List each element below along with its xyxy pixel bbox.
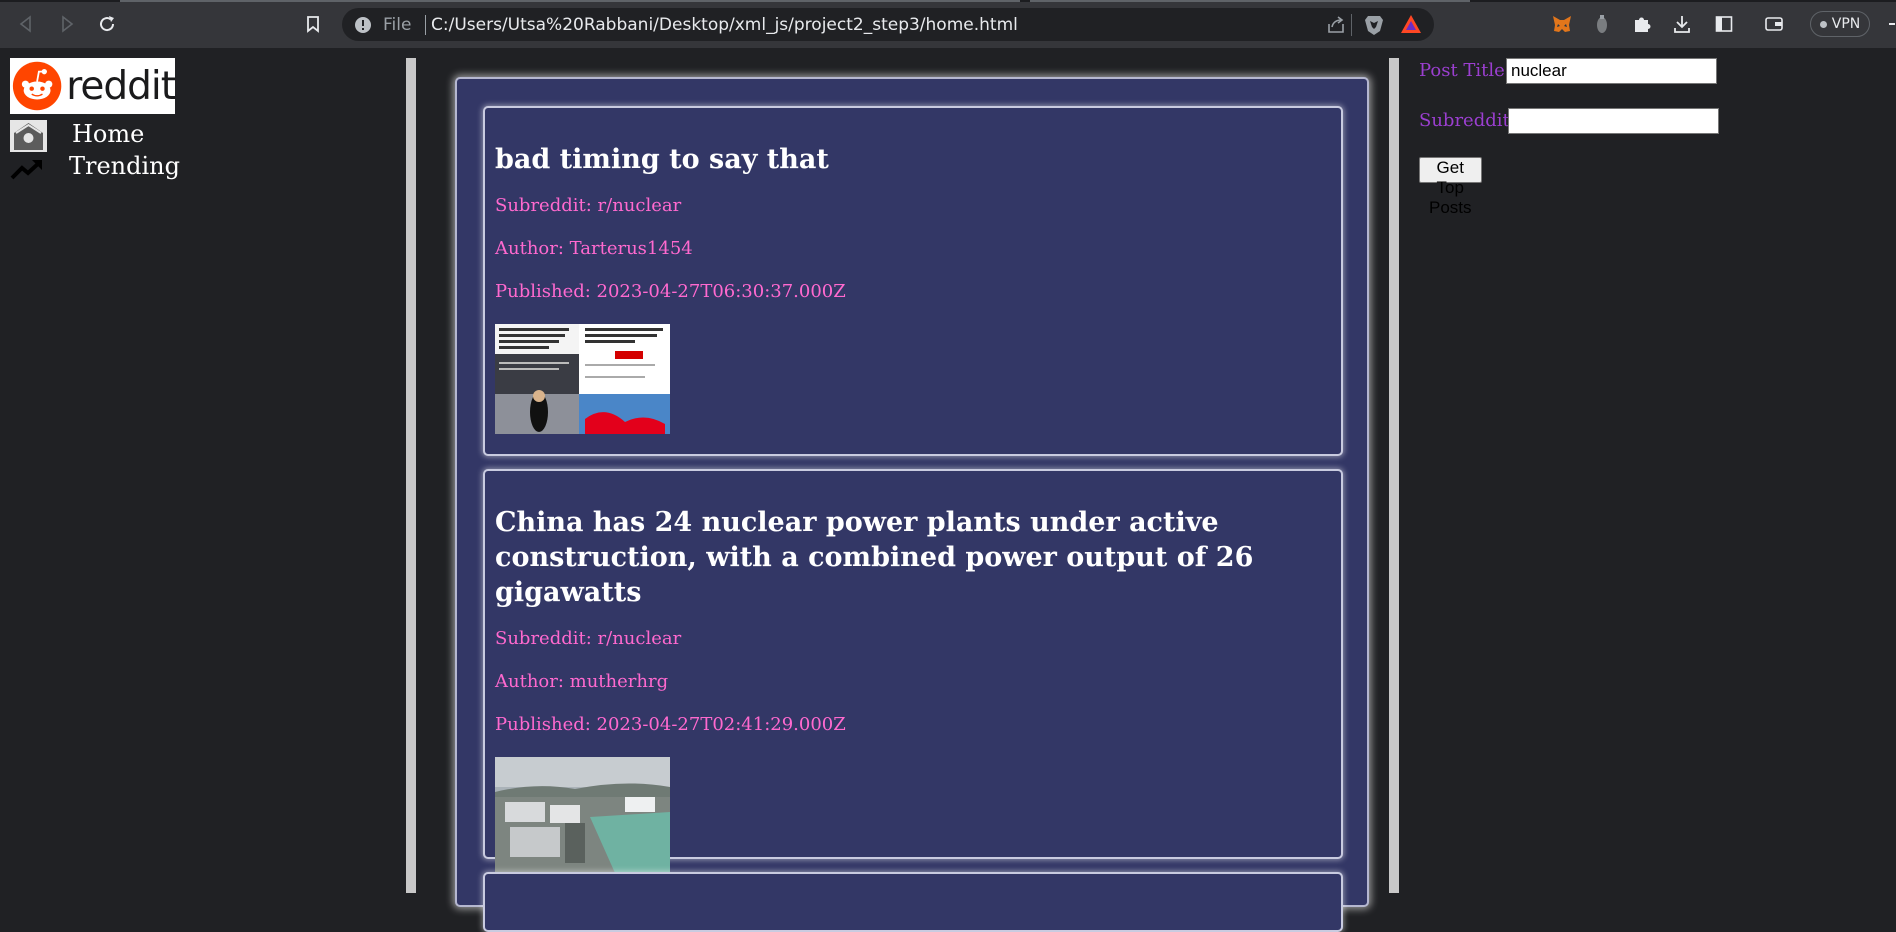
address-separator bbox=[1351, 14, 1352, 36]
logo-wordmark: reddit bbox=[66, 63, 176, 109]
bookmark-button[interactable] bbox=[301, 12, 325, 36]
reddit-logo[interactable]: reddit bbox=[10, 58, 176, 114]
reload-icon bbox=[100, 16, 115, 32]
post-thumbnail[interactable] bbox=[495, 324, 670, 434]
nav-item-home[interactable]: Home bbox=[72, 120, 144, 148]
forward-icon bbox=[62, 15, 74, 33]
post-author: Author: mutherhrg bbox=[495, 671, 669, 692]
url-text[interactable]: C:/Users/Utsa%20Rabbani/Desktop/xml_js/p… bbox=[431, 15, 1018, 35]
tab-strip-edge bbox=[0, 0, 1896, 2]
vpn-status-icon bbox=[1819, 20, 1827, 28]
post-title-label: Post Title: bbox=[1419, 60, 1511, 81]
browser-toolbar: File C:/Users/Utsa%20Rabbani/Desktop/xml… bbox=[0, 0, 1896, 48]
info-icon[interactable] bbox=[354, 16, 372, 38]
post-published: Published: 2023-04-27T02:41:29.000Z bbox=[495, 714, 846, 735]
address-bar[interactable]: File C:/Users/Utsa%20Rabbani/Desktop/xml… bbox=[342, 8, 1434, 41]
left-divider bbox=[406, 58, 416, 893]
metamask-icon[interactable] bbox=[1550, 12, 1574, 36]
share-icon[interactable] bbox=[1326, 15, 1346, 39]
reload-button[interactable] bbox=[95, 12, 119, 36]
reddit-alien-icon bbox=[12, 61, 62, 111]
extension-icon[interactable] bbox=[1590, 12, 1614, 36]
wallet-icon[interactable] bbox=[1762, 12, 1786, 36]
nav-item-trending[interactable]: Trending bbox=[69, 152, 180, 180]
post-card[interactable]: China has 24 nuclear power plants under … bbox=[483, 469, 1343, 873]
vpn-label: VPN bbox=[1831, 16, 1861, 32]
post-published: Published: 2023-04-27T06:30:37.000Z bbox=[495, 281, 846, 302]
post-card[interactable]: bad timing to say that Subreddit: r/nucl… bbox=[483, 106, 1343, 456]
vpn-button[interactable]: VPN bbox=[1810, 11, 1870, 37]
post-subreddit: Subreddit: r/nuclear bbox=[495, 628, 682, 649]
get-top-posts-button[interactable]: Get Top Posts bbox=[1419, 157, 1482, 217]
subreddit-label: Subreddit: bbox=[1419, 110, 1516, 131]
scheme-label: File bbox=[383, 15, 412, 35]
trending-icon[interactable] bbox=[10, 158, 44, 184]
bookmark-icon bbox=[307, 16, 319, 33]
downloads-icon[interactable] bbox=[1670, 12, 1694, 36]
back-button[interactable] bbox=[14, 12, 38, 36]
forward-button[interactable] bbox=[55, 12, 79, 36]
post-title[interactable]: bad timing to say that bbox=[495, 142, 1331, 177]
home-icon[interactable] bbox=[10, 120, 47, 152]
scheme-separator bbox=[425, 15, 426, 35]
post-author: Author: Tarterus1454 bbox=[495, 238, 693, 259]
post-subreddit: Subreddit: r/nuclear bbox=[495, 195, 682, 216]
post-thumbnail[interactable] bbox=[495, 757, 670, 873]
back-icon bbox=[19, 15, 31, 33]
rewards-icon[interactable] bbox=[1400, 14, 1422, 38]
brave-shields-icon[interactable] bbox=[1364, 14, 1384, 40]
post-card[interactable] bbox=[483, 872, 1343, 932]
subreddit-input[interactable] bbox=[1508, 108, 1719, 134]
extensions-puzzle-icon[interactable] bbox=[1630, 12, 1654, 36]
menu-icon[interactable] bbox=[1880, 12, 1896, 36]
post-title[interactable]: China has 24 nuclear power plants under … bbox=[495, 505, 1331, 610]
post-feed: bad timing to say that Subreddit: r/nucl… bbox=[455, 77, 1369, 932]
right-divider bbox=[1389, 58, 1399, 893]
sidebar-toggle-icon[interactable] bbox=[1712, 12, 1736, 36]
post-title-input[interactable] bbox=[1506, 58, 1717, 84]
